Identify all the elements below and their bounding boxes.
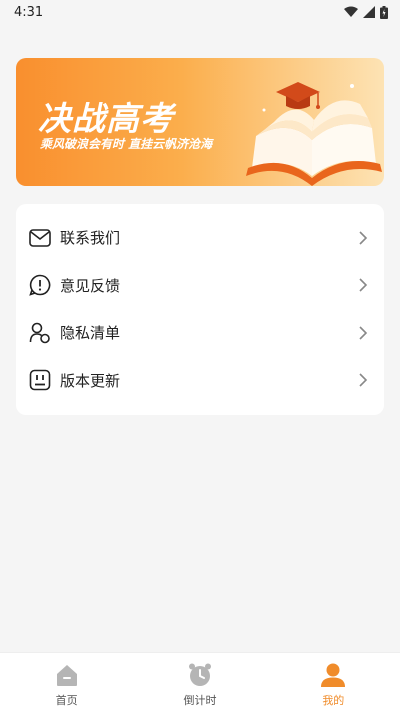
tab-label: 首页 — [55, 693, 78, 707]
privacy-user-icon — [28, 321, 52, 345]
tab-label: 倒计时 — [183, 693, 217, 707]
tab-countdown[interactable]: 倒计时 — [133, 653, 266, 712]
chevron-right-icon — [359, 278, 368, 292]
menu-item-feedback[interactable]: 意见反馈 — [16, 262, 384, 310]
status-bar: 4:31 — [0, 0, 400, 24]
chevron-right-icon — [359, 326, 368, 340]
menu-item-label: 版本更新 — [60, 371, 121, 390]
alarm-clock-icon — [188, 663, 211, 686]
mail-icon — [28, 226, 52, 250]
menu-item-contact-us[interactable]: 联系我们 — [16, 214, 384, 262]
cell-signal-icon — [363, 6, 375, 18]
menu-item-label: 联系我们 — [60, 229, 121, 248]
menu-item-label: 意见反馈 — [60, 276, 121, 295]
feedback-icon — [28, 273, 52, 297]
banner-title: 决战高考 — [38, 99, 174, 138]
menu-item-label: 隐私清单 — [60, 324, 121, 343]
status-icons — [344, 5, 388, 19]
exam-banner: 决战高考 乘风破浪会有时 直挂云帆济沧海 — [16, 58, 384, 186]
version-update-icon — [28, 368, 52, 392]
profile-icon — [321, 663, 346, 687]
settings-menu: 联系我们 意见反馈 隐私清单 版本更新 — [16, 204, 384, 415]
menu-item-privacy-list[interactable]: 隐私清单 — [16, 309, 384, 357]
status-time: 4:31 — [14, 4, 44, 20]
chevron-right-icon — [359, 231, 368, 245]
banner-subtitle: 乘风破浪会有时 直挂云帆济沧海 — [40, 137, 213, 151]
bottom-tab-bar: 首页 倒计时 我的 — [0, 652, 400, 712]
tab-home[interactable]: 首页 — [0, 653, 133, 712]
tab-label: 我的 — [322, 693, 345, 707]
tab-mine[interactable]: 我的 — [267, 653, 400, 712]
home-icon — [56, 664, 77, 686]
menu-item-version-update[interactable]: 版本更新 — [16, 357, 384, 405]
open-book-graduation-cap-icon — [246, 82, 382, 186]
wifi-icon — [344, 6, 358, 17]
battery-icon — [380, 5, 388, 19]
chevron-right-icon — [359, 373, 368, 387]
